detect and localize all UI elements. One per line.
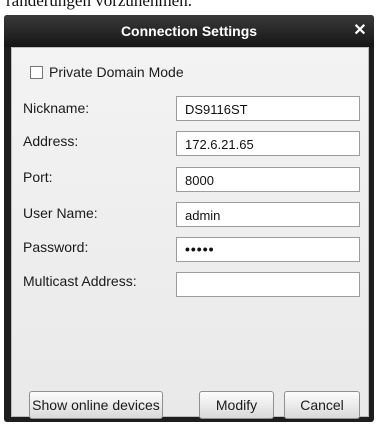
background-text: ränderungen vorzunehmen. (6, 0, 192, 10)
port-label: Port: (23, 169, 53, 185)
show-online-devices-button[interactable]: Show online devices (29, 391, 163, 419)
settings-panel: Private Domain Mode Nickname: DS9116ST A… (11, 47, 369, 419)
private-domain-label: Private Domain Mode (49, 64, 184, 80)
address-label: Address: (23, 133, 79, 149)
modify-button[interactable]: Modify (199, 391, 274, 419)
private-domain-checkbox[interactable] (30, 66, 43, 79)
nickname-label: Nickname: (23, 100, 90, 116)
multicast-address-field[interactable] (176, 272, 360, 297)
address-field[interactable]: 172.6.21.65 (176, 131, 360, 156)
port-field[interactable]: 8000 (176, 167, 360, 192)
cancel-button[interactable]: Cancel (284, 391, 360, 419)
password-field[interactable]: ••••• (176, 237, 360, 262)
dialog-titlebar: Connection Settings ✕ (4, 15, 374, 47)
nickname-field[interactable]: DS9116ST (176, 96, 360, 121)
password-label: Password: (23, 239, 89, 255)
multicast-address-label: Multicast Address: (23, 273, 137, 289)
connection-settings-dialog: Connection Settings ✕ Private Domain Mod… (4, 15, 374, 422)
close-icon[interactable]: ✕ (350, 21, 370, 41)
dialog-title: Connection Settings (120, 23, 258, 39)
user-name-field[interactable]: admin (176, 202, 360, 227)
user-name-label: User Name: (23, 205, 98, 221)
